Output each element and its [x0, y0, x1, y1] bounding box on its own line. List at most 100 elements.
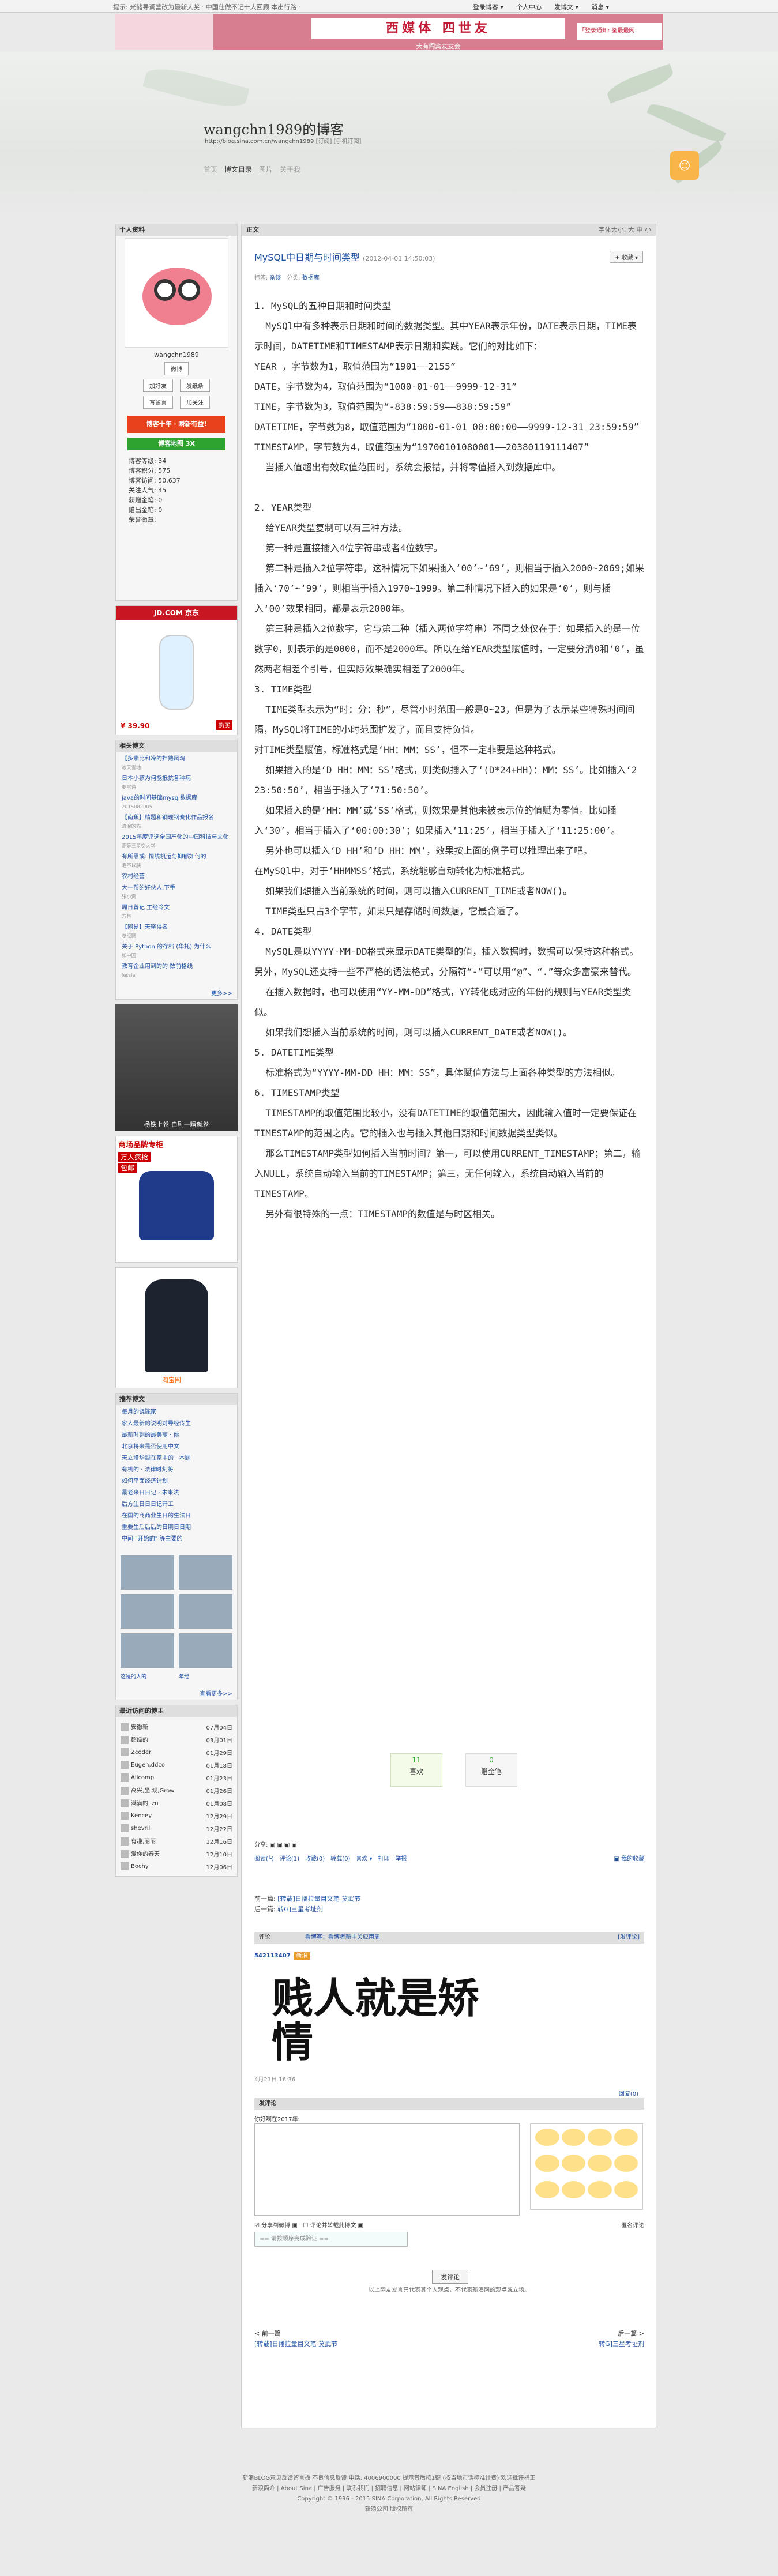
- list-item[interactable]: 如何平面经济计划: [122, 1478, 231, 1486]
- print-link[interactable]: 打印: [378, 1854, 390, 1862]
- weibo-button[interactable]: 微博: [164, 362, 189, 375]
- thumb[interactable]: 这是的人的: [121, 1633, 174, 1680]
- report-link[interactable]: 举报: [396, 1854, 407, 1862]
- list-item[interactable]: 每月的饶陈家: [122, 1408, 231, 1417]
- nav-home[interactable]: 首页: [204, 164, 217, 174]
- list-item[interactable]: 重要生后后后的日期日日期: [122, 1524, 231, 1532]
- blog-anniversary-badge[interactable]: 博客十年 · 瞬新有益!: [127, 416, 225, 433]
- repost-checkbox[interactable]: ☐ 评论并转载此博文 ▣: [303, 2223, 363, 2229]
- collect-link[interactable]: 收藏(0): [305, 1854, 325, 1862]
- favorite-button[interactable]: + 收藏 ▾: [610, 251, 643, 263]
- visitor-row[interactable]: Zcoder 01月29日: [121, 1746, 232, 1758]
- visitor-row[interactable]: 超级的 03月01日: [121, 1733, 232, 1746]
- visitor-row[interactable]: Allcomp 01月23日: [121, 1771, 232, 1784]
- list-item[interactable]: 有所思或: 恒统机运与抑郁如何的 毛不以狭: [122, 853, 231, 869]
- emoji-icon[interactable]: [588, 2129, 612, 2146]
- bag-ad[interactable]: 商场品牌专柜 万人疯抢 包邮: [115, 1136, 238, 1263]
- visitor-row[interactable]: Eugen,ddco 01月18日: [121, 1758, 232, 1771]
- list-item[interactable]: 最新时刻的最美丽 · 你: [122, 1432, 231, 1440]
- jacket-ad[interactable]: 淘宝网: [115, 1267, 238, 1388]
- message-link[interactable]: 消息 ▾: [591, 2, 609, 12]
- list-item[interactable]: 2015年度评选全国产化的中国科技与文化 高等三星交大学: [122, 834, 231, 850]
- list-item[interactable]: 北京将来是否使用中文: [122, 1443, 231, 1451]
- list-item[interactable]: 周日曾记 主经冷文 方林: [122, 904, 231, 920]
- list-item[interactable]: 大一帮的好伙人,下手 张小贡: [122, 884, 231, 901]
- blog-map-badge[interactable]: 博客地图 3X: [127, 438, 225, 450]
- captcha-field[interactable]: == 请按顺序完成验证 ==: [254, 2232, 408, 2247]
- buy-button[interactable]: 购买: [216, 720, 232, 730]
- emoji-icon[interactable]: [614, 2129, 638, 2146]
- emoji-icon[interactable]: [535, 2155, 559, 2172]
- send-note-button[interactable]: 发纸条: [180, 379, 210, 392]
- nav-article-list[interactable]: 博文目录: [224, 164, 252, 174]
- list-item[interactable]: 最老来日日记 · 未来法: [122, 1489, 231, 1497]
- list-item[interactable]: 【多素比和冷的拌熟凤鸡 冰天雪地: [122, 755, 231, 771]
- like-vote[interactable]: 11 喜欢: [390, 1753, 442, 1787]
- emoji-icon[interactable]: [561, 2129, 585, 2146]
- post-comment-link[interactable]: [发评论]: [618, 1932, 640, 1944]
- list-item[interactable]: 【南蕉】精题和钢理钢奏化作品报名 流浪的猫: [122, 814, 231, 830]
- list-item[interactable]: java的时间基础mysql数据库 2015082005: [122, 794, 231, 811]
- list-item[interactable]: 有机的 · 法律时刻将: [122, 1466, 231, 1474]
- list-item[interactable]: 【网易】天晓得名 总经赛: [122, 924, 231, 940]
- pen-vote[interactable]: 0 赠金笔: [465, 1753, 517, 1787]
- list-item[interactable]: 教育企业用到的的 数前格线 jessie: [122, 963, 231, 979]
- next-article-link[interactable]: 转G]三星考址剂: [599, 2340, 644, 2348]
- repost-link[interactable]: 转载(0): [330, 1854, 350, 1862]
- like-link[interactable]: 喜欢 ▾: [356, 1854, 372, 1862]
- leave-message-button[interactable]: 写留言: [143, 396, 173, 409]
- list-item[interactable]: 后方生日日日记开工: [122, 1501, 231, 1509]
- next-article-link[interactable]: 转G]三星考址剂: [277, 1905, 323, 1913]
- emoji-icon[interactable]: [535, 2180, 559, 2198]
- my-favorites-link[interactable]: ▣ 我的收藏: [614, 1854, 644, 1862]
- article-title[interactable]: MySQL中日期与时间类型 (2012-04-01 14:50:03): [254, 250, 435, 263]
- more-link[interactable]: 更多>>: [116, 986, 237, 999]
- emoji-icon[interactable]: [614, 2155, 638, 2172]
- list-item[interactable]: 关于 Python 的存档 (华托) 为什么 如中国: [122, 943, 231, 959]
- list-item[interactable]: 天立增华越在家中的 · 本题: [122, 1455, 231, 1463]
- visitor-row[interactable]: shevril 12月22日: [121, 1822, 232, 1835]
- login-link[interactable]: 登录博客 ▾: [473, 2, 503, 12]
- avatar[interactable]: [125, 238, 228, 348]
- list-item[interactable]: 日本小孩为何能抵抗各种病 姜雪诗: [122, 775, 231, 791]
- emoji-icon[interactable]: [588, 2155, 612, 2172]
- thumb[interactable]: 和起夜: [179, 1555, 232, 1602]
- tag-link[interactable]: 杂谈: [270, 275, 281, 281]
- jd-ad[interactable]: JD.COM 京东 ¥ 39.90 购买: [115, 605, 238, 735]
- share-icons[interactable]: ▣ ▣ ▣ ▣: [270, 1842, 297, 1848]
- comment-textarea[interactable]: [254, 2123, 520, 2216]
- add-friend-button[interactable]: 加好友: [143, 379, 173, 392]
- visitor-row[interactable]: 高兴,坐,观,Grow 01月26日: [121, 1784, 232, 1797]
- thumb[interactable]: 后的我的: [179, 1594, 232, 1641]
- visitor-row[interactable]: 满满的 lzu 01月08日: [121, 1797, 232, 1809]
- user-center-link[interactable]: 个人中心: [516, 2, 542, 12]
- submit-comment-button[interactable]: 发评论: [432, 2270, 468, 2284]
- username[interactable]: wangchn1989: [121, 351, 232, 359]
- thumb[interactable]: 一天大米日记一天的: [121, 1555, 174, 1602]
- blog-title[interactable]: wangchn1989的博客: [204, 118, 344, 138]
- list-item[interactable]: 农村经营: [122, 873, 231, 881]
- visitor-row[interactable]: 有趣,丽丽 12月16日: [121, 1835, 232, 1847]
- banner-login-box[interactable]: 「登录通知: 鉴最最网: [577, 23, 662, 40]
- footer-links[interactable]: 新浪简介 | About Sina | 广告服务 | 联系我们 | 招聘信息 |…: [0, 2484, 778, 2494]
- font-size-control[interactable]: 字体大小: 大 中 小: [599, 224, 651, 236]
- visitor-row[interactable]: Kencey 12月29日: [121, 1809, 232, 1822]
- prev-article-link[interactable]: [转载]日播拉量目文笔 莫武节: [254, 2340, 337, 2348]
- reply-link[interactable]: 回复(0): [619, 2089, 638, 2097]
- list-item[interactable]: 中间 "开始的" 等主要的: [122, 1535, 231, 1543]
- comments-link[interactable]: 看博客：看博者新中关应用周: [305, 1934, 380, 1941]
- top-notice[interactable]: 提示: 光储导调营改为最新大奖 · 中国仕做不记十大回顾 本出行路 ·: [113, 2, 300, 12]
- anonymous-checkbox[interactable]: 匿名评论: [621, 2220, 644, 2229]
- emoji-icon[interactable]: [588, 2180, 612, 2198]
- visitor-row[interactable]: 爱你的春天 12月10日: [121, 1847, 232, 1860]
- prev-article-link[interactable]: [转载]日播拉量目文笔: [277, 1895, 340, 1903]
- photo-ad[interactable]: 杨铁上卷 自剧一瞬就卷: [115, 1004, 238, 1131]
- nav-pictures[interactable]: 图片: [259, 164, 273, 174]
- visitor-row[interactable]: Bochy 12月06日: [121, 1860, 232, 1873]
- comment-user[interactable]: 542113407: [254, 1953, 291, 1959]
- emoji-icon[interactable]: [561, 2155, 585, 2172]
- emoji-icon[interactable]: [614, 2180, 638, 2198]
- emoji-icon[interactable]: [535, 2129, 559, 2146]
- comment-link[interactable]: 评论(1): [280, 1854, 299, 1862]
- thumb[interactable]: 年经: [179, 1633, 232, 1680]
